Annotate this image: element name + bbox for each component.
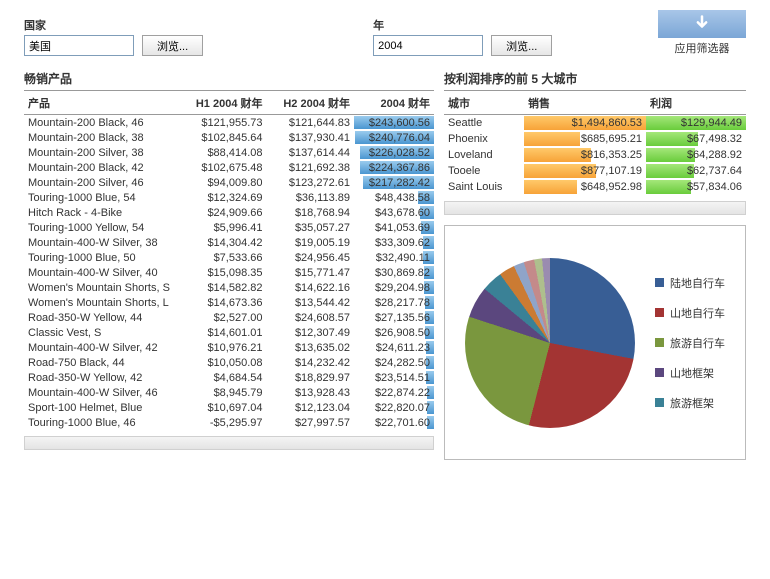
table-row: Mountain-400-W Silver, 40$15,098.35$15,7… (24, 265, 434, 280)
country-filter: 国家 浏览... (24, 17, 203, 56)
table-row: Sport-100 Helmet, Blue$10,697.04$12,123.… (24, 400, 434, 415)
table-row: Road-350-W Yellow, 44$2,527.00$24,608.57… (24, 310, 434, 325)
table-row: Hitch Rack - 4-Bike$24,909.66$18,768.94$… (24, 205, 434, 220)
table-row: Loveland$816,353.25$64,288.92 (444, 147, 746, 163)
col-sales: 销售 (524, 93, 646, 115)
col-h1: H1 2004 财年 (179, 93, 267, 115)
browse-country-button[interactable]: 浏览... (142, 35, 203, 56)
products-title: 畅销产品 (24, 68, 434, 91)
products-separator (24, 436, 434, 450)
table-row: Mountain-400-W Silver, 38$14,304.42$19,0… (24, 235, 434, 250)
legend-item: 旅游自行车 (655, 335, 725, 351)
table-row: Classic Vest, S$14,601.01$12,307.49$26,9… (24, 325, 434, 340)
col-city: 城市 (444, 93, 524, 115)
table-row: Mountain-200 Black, 42$102,675.48$121,69… (24, 160, 434, 175)
col-product: 产品 (24, 93, 179, 115)
legend-item: 陆地自行车 (655, 275, 725, 291)
table-row: Mountain-200 Black, 46$121,955.73$121,64… (24, 115, 434, 131)
legend-swatch (655, 308, 664, 317)
table-row: Touring-1000 Blue, 50$7,533.66$24,956.45… (24, 250, 434, 265)
table-row: Saint Louis$648,952.98$57,834.06 (444, 179, 746, 195)
legend-swatch (655, 398, 664, 407)
cities-title: 按利润排序的前 5 大城市 (444, 68, 746, 91)
cities-separator (444, 201, 746, 215)
apply-filters-button[interactable]: 应用筛选器 (658, 10, 746, 56)
country-label: 国家 (24, 17, 203, 33)
col-fy: 2004 财年 (354, 93, 434, 115)
legend-item: 旅游框架 (655, 395, 725, 411)
table-row: Touring-1000 Blue, 54$12,324.69$36,113.8… (24, 190, 434, 205)
table-row: Mountain-200 Silver, 38$88,414.08$137,61… (24, 145, 434, 160)
table-row: Touring-1000 Blue, 46-$5,295.97$27,997.5… (24, 415, 434, 430)
year-input[interactable] (373, 35, 483, 56)
table-row: Road-350-W Yellow, 42$4,684.54$18,829.97… (24, 370, 434, 385)
pie-chart-panel: 陆地自行车山地自行车旅游自行车山地框架旅游框架 (444, 225, 746, 460)
table-row: Women's Mountain Shorts, L$14,673.36$13,… (24, 295, 434, 310)
legend-item: 山地自行车 (655, 305, 725, 321)
country-input[interactable] (24, 35, 134, 56)
pie-chart (465, 258, 635, 428)
table-row: Phoenix$685,695.21$67,498.32 (444, 131, 746, 147)
year-filter: 年 浏览... (373, 17, 552, 56)
table-row: Touring-1000 Yellow, 54$5,996.41$35,057.… (24, 220, 434, 235)
browse-year-button[interactable]: 浏览... (491, 35, 552, 56)
pie-legend: 陆地自行车山地自行车旅游自行车山地框架旅游框架 (655, 275, 725, 411)
table-row: Mountain-400-W Silver, 46$8,945.79$13,92… (24, 385, 434, 400)
filter-bar: 国家 浏览... 年 浏览... 应用筛选器 (4, 4, 766, 64)
col-profit: 利润 (646, 93, 746, 115)
table-row: Mountain-200 Black, 38$102,845.64$137,93… (24, 130, 434, 145)
year-label: 年 (373, 17, 552, 33)
table-row: Seattle$1,494,860.53$129,944.49 (444, 115, 746, 132)
table-row: Tooele$877,107.19$62,737.64 (444, 163, 746, 179)
table-row: Women's Mountain Shorts, S$14,582.82$14,… (24, 280, 434, 295)
table-row: Mountain-400-W Silver, 42$10,976.21$13,6… (24, 340, 434, 355)
table-row: Mountain-200 Silver, 46$94,009.80$123,27… (24, 175, 434, 190)
legend-swatch (655, 368, 664, 377)
col-h2: H2 2004 财年 (267, 93, 355, 115)
legend-swatch (655, 338, 664, 347)
apply-arrow-icon (658, 10, 746, 38)
legend-item: 山地框架 (655, 365, 725, 381)
legend-swatch (655, 278, 664, 287)
table-row: Road-750 Black, 44$10,050.08$14,232.42$2… (24, 355, 434, 370)
products-table: 产品 H1 2004 财年 H2 2004 财年 2004 财年 Mountai… (24, 93, 434, 430)
cities-table: 城市 销售 利润 Seattle$1,494,860.53$129,944.49… (444, 93, 746, 195)
